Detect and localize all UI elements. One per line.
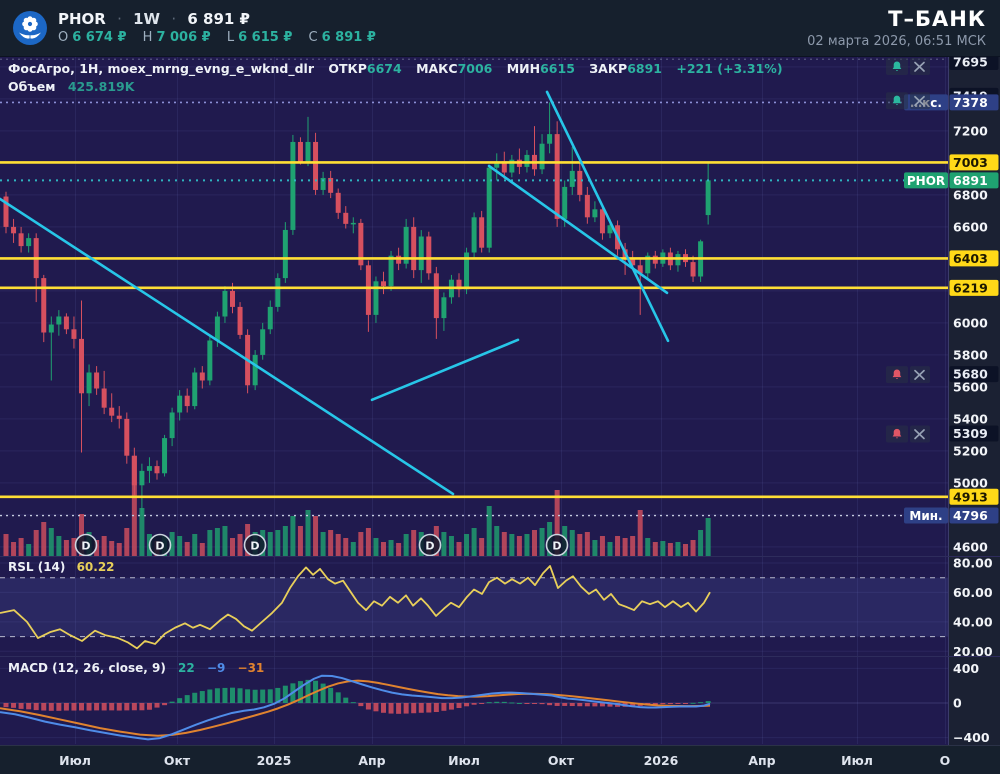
low-value: 6 615 ₽ xyxy=(238,30,293,46)
phosagro-logo-icon xyxy=(13,11,47,45)
open-value: 6 674 ₽ xyxy=(72,30,127,46)
rsi-value: 60.22 xyxy=(76,560,115,574)
time-axis[interactable] xyxy=(0,745,1000,774)
macd-label: MACD (12, 26, close, 9) xyxy=(8,661,166,675)
trading-terminal: PHOR · 1W · 6 891 ₽ О6 674 ₽ H7 006 ₽ L6… xyxy=(0,0,1000,774)
legend-close: 6891 xyxy=(627,61,662,76)
interval: 1W xyxy=(133,9,161,28)
last-price: 6 891 ₽ xyxy=(187,9,250,28)
symbol-block[interactable]: PHOR · 1W · 6 891 ₽ О6 674 ₽ H7 006 ₽ L6… xyxy=(58,10,388,47)
close-value: 6 891 ₽ xyxy=(321,30,376,46)
symbol-line: PHOR · 1W · 6 891 ₽ xyxy=(58,9,250,28)
bank-block: Т–БАНК 02 марта 2026, 06:51 МСК xyxy=(807,7,986,49)
instrument-title: ФосАгро, 1H, moex_mrng_evng_e_wknd_dlr xyxy=(8,61,314,76)
datetime-label: 02 марта 2026, 06:51 МСК xyxy=(807,34,986,49)
macd-hist-value: 22 xyxy=(178,661,195,675)
rsi-label: RSL (14) xyxy=(8,560,66,574)
legend-low: 6615 xyxy=(540,61,575,76)
rsi-legend[interactable]: RSL (14) 60.22 xyxy=(8,560,115,574)
macd-line-value: −9 xyxy=(206,661,226,675)
legend-high: 7006 xyxy=(457,61,493,76)
legend-change: +221 (+3.31%) xyxy=(676,61,783,76)
volume-value: 425.819K xyxy=(67,79,135,94)
high-value: 7 006 ₽ xyxy=(156,30,211,46)
instrument-legend[interactable]: ФосАгро, 1H, moex_mrng_evng_e_wknd_dlr О… xyxy=(8,61,783,76)
macd-legend[interactable]: MACD (12, 26, close, 9) 22 −9 −31 xyxy=(8,661,264,675)
macd-signal-value: −31 xyxy=(237,661,265,675)
legend-open: 6674 xyxy=(366,61,402,76)
chart-canvas[interactable] xyxy=(0,57,948,745)
price-axis[interactable] xyxy=(948,57,1000,745)
ohlc-line: О6 674 ₽ H7 006 ₽ L6 615 ₽ C6 891 ₽ xyxy=(58,30,376,46)
top-bar: PHOR · 1W · 6 891 ₽ О6 674 ₽ H7 006 ₽ L6… xyxy=(0,0,1000,57)
bank-logo-text: Т–БАНК xyxy=(888,7,986,31)
volume-legend[interactable]: Объем 425.819K xyxy=(8,79,134,94)
symbol-ticker: PHOR xyxy=(58,9,106,28)
volume-label: Объем xyxy=(8,79,56,94)
